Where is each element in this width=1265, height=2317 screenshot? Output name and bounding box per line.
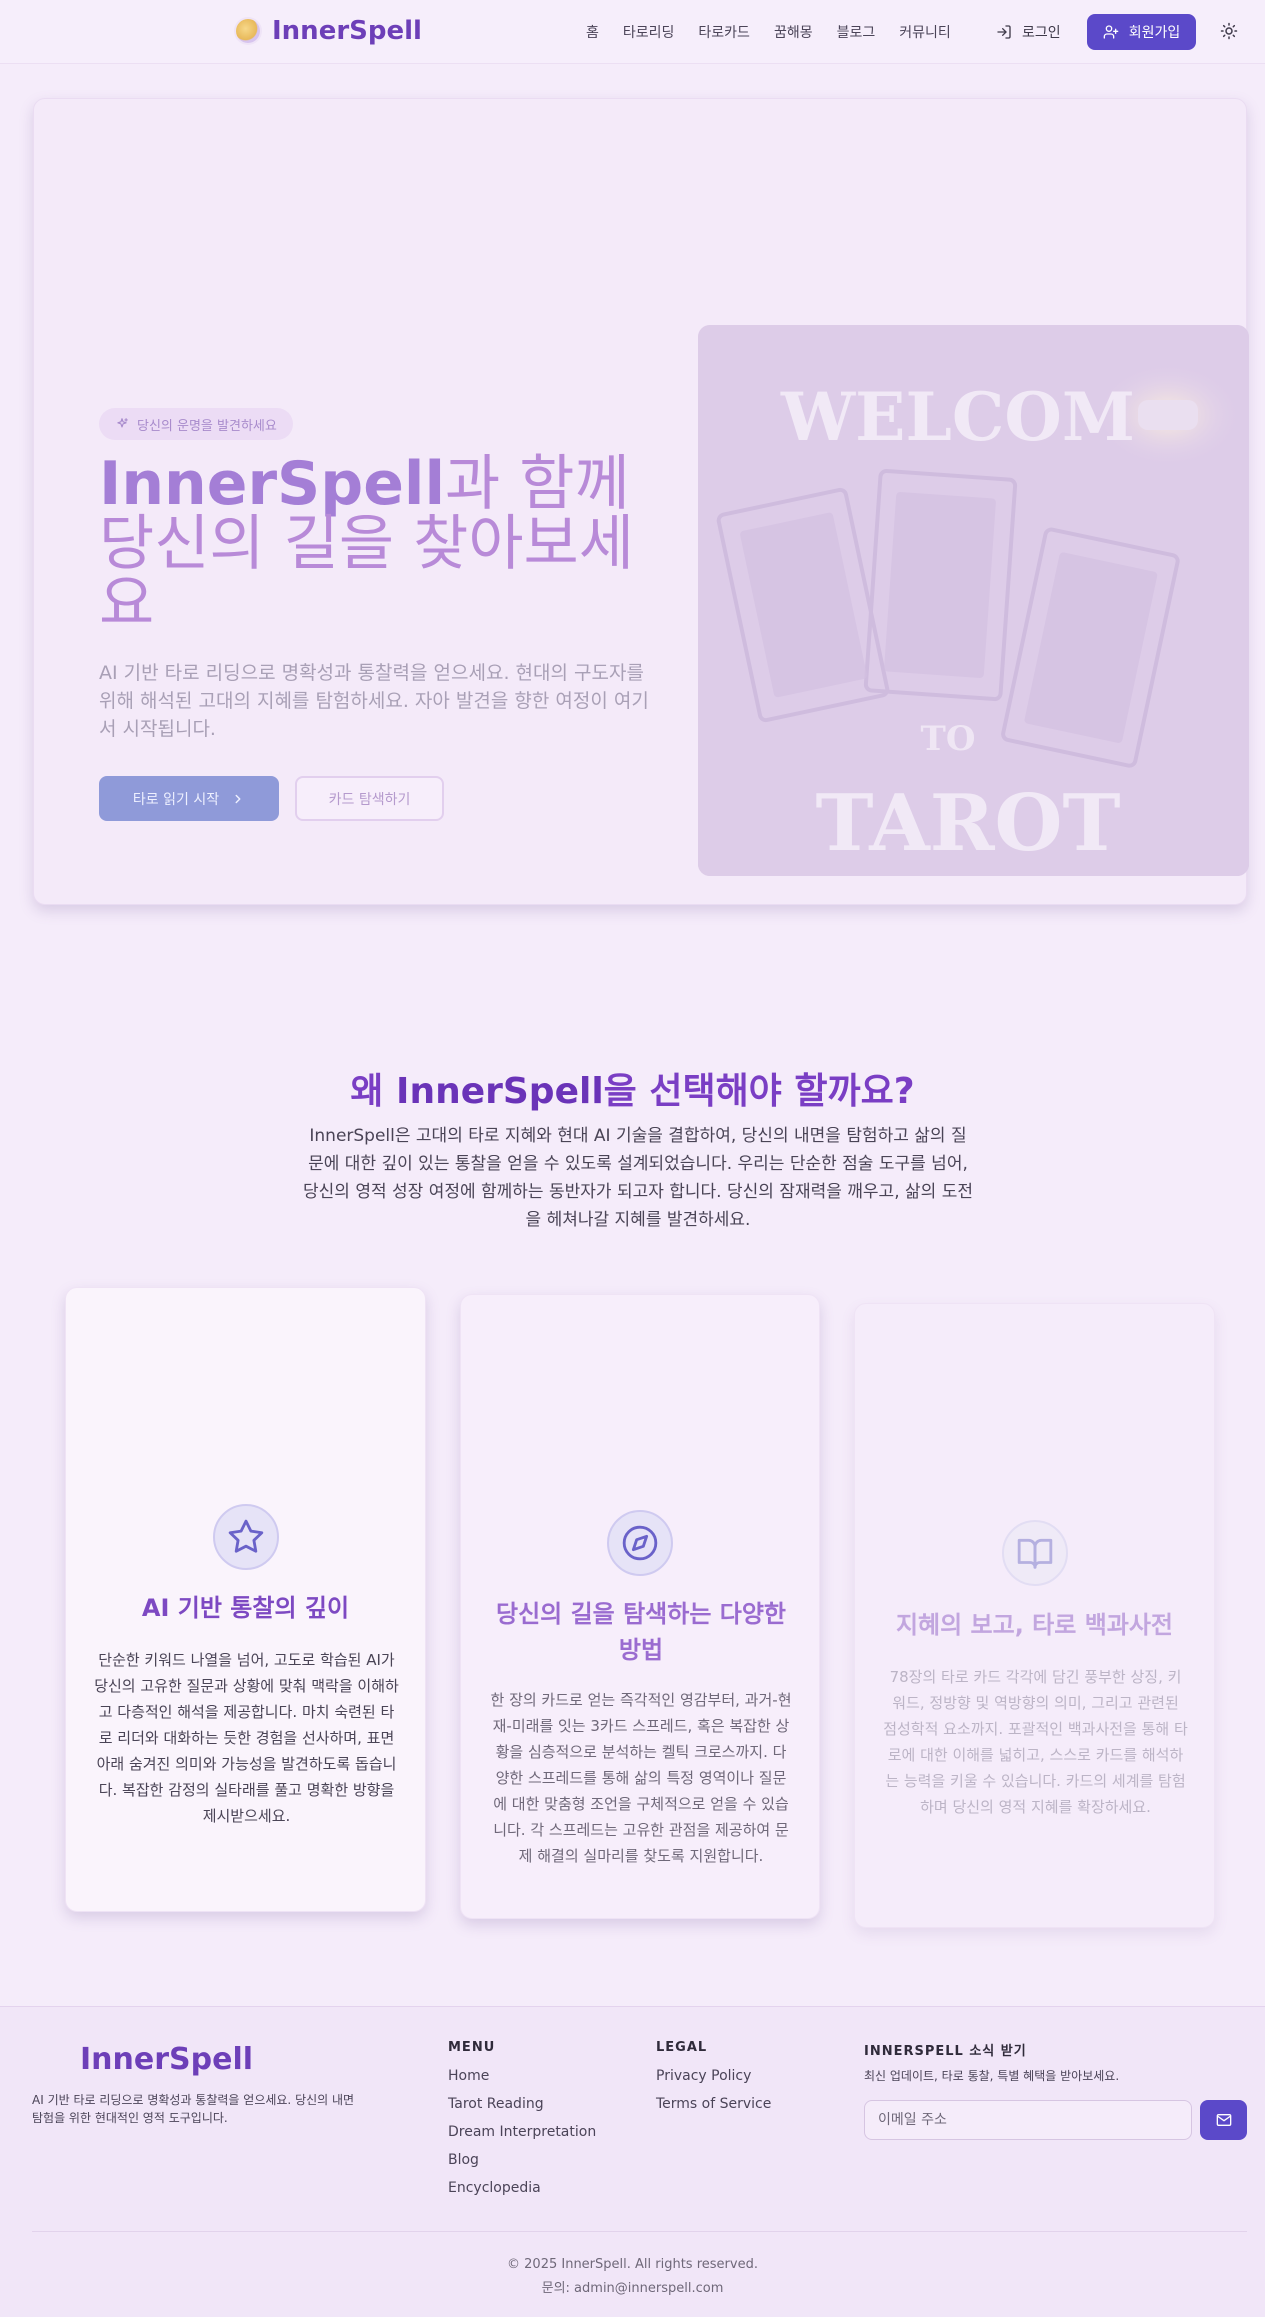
tarot-illustration: WELCOM TO TAROT xyxy=(698,325,1249,876)
sparkles-icon xyxy=(117,418,128,428)
image-text-to: TO xyxy=(921,719,976,759)
hero-section: 당신의 운명을 발견하세요 InnerSpell과 함께 당신의 길을 찾아보세… xyxy=(33,98,1249,905)
feature-title-ai: AI 기반 통찰의 깊이 xyxy=(141,1594,350,1622)
footer-link-terms[interactable]: Terms of Service xyxy=(656,2096,771,2112)
login-button[interactable]: 로그인 xyxy=(996,22,1061,42)
logo-link[interactable]: InnerSpell xyxy=(236,16,422,46)
footer-divider xyxy=(32,2231,1247,2232)
feature-card-encyclopedia: 지혜의 보고, 타로 백과사전 78장의 타로 카드 각각에 담긴 풍부한 상징… xyxy=(854,1303,1215,1928)
footer-link-home[interactable]: Home xyxy=(448,2068,489,2084)
newsletter-email-input[interactable]: 이메일 주소 xyxy=(864,2100,1192,2140)
newsletter-submit-button[interactable] xyxy=(1200,2100,1247,2140)
footer-link-encyclopedia[interactable]: Encyclopedia xyxy=(448,2180,541,2196)
footer-link-privacy[interactable]: Privacy Policy xyxy=(656,2068,751,2084)
footer-link-dream[interactable]: Dream Interpretation xyxy=(448,2124,596,2140)
logo-text: InnerSpell xyxy=(272,16,422,46)
hero-tarot-image: WELCOM TO TAROT xyxy=(698,325,1249,876)
footer-copyright: © 2025 InnerSpell. All rights reserved. xyxy=(507,2257,758,2272)
chevron-right-icon xyxy=(235,794,241,803)
feature-desc-spreads: 한 장의 카드로 얻는 즉각적인 영감부터, 과거-현재-미래를 잇는 3카드 … xyxy=(490,1691,792,1865)
footer-menu-title: MENU xyxy=(448,2040,496,2055)
feature-card-ai: AI 기반 통찰의 깊이 단순한 키워드 나열을 넘어, 고도로 학습된 AI가… xyxy=(65,1287,426,1912)
login-label: 로그인 xyxy=(1022,25,1061,41)
signup-button[interactable]: 회원가입 xyxy=(1087,14,1196,50)
user-plus-icon xyxy=(1103,25,1119,39)
hero-badge: 당신의 운명을 발견하세요 xyxy=(99,408,293,440)
feature-desc-encyclopedia: 78장의 타로 카드 각각에 담긴 풍부한 상징, 키워드, 정방향 및 역방향… xyxy=(883,1668,1188,1816)
why-description: InnerSpell은 고대의 타로 지혜와 현대 AI 기술을 결합하여, 당… xyxy=(303,1126,973,1230)
signup-label: 회원가입 xyxy=(1128,25,1181,41)
feature-desc-ai: 단순한 키워드 나열을 넘어, 고도로 학습된 AI가 당신의 고유한 질문과 … xyxy=(94,1651,399,1825)
footer-link-tarot-reading[interactable]: Tarot Reading xyxy=(448,2096,544,2112)
compass-icon-badge xyxy=(607,1510,673,1576)
sun-icon[interactable] xyxy=(1220,22,1238,40)
main-nav: 홈 타로리딩 타로카드 꿈해몽 블로그 커뮤니티 xyxy=(586,22,975,42)
nav-tarot-reading[interactable]: 타로리딩 xyxy=(623,22,675,42)
footer-legal-title: LEGAL xyxy=(656,2040,708,2055)
feature-title-spreads: 당신의 길을 탐색하는 다양한 방법 xyxy=(495,1600,787,1664)
nav-dream[interactable]: 꿈해몽 xyxy=(774,22,813,42)
image-text-welcome: WELCOM xyxy=(780,378,1135,456)
why-title-pre: 왜 xyxy=(350,1071,397,1112)
hero-description: AI 기반 타로 리딩으로 명확성과 통찰력을 얻으세요. 현대의 구도자를 위… xyxy=(99,662,649,740)
start-reading-label: 타로 읽기 시작 xyxy=(132,791,220,808)
hero-title: InnerSpell과 함께 당신의 길을 찾아보세요 xyxy=(99,454,659,634)
login-icon xyxy=(997,25,1011,39)
explore-cards-label: 카드 탐색하기 xyxy=(328,791,411,808)
footer-newsletter-desc: 최신 업데이트, 타로 통찰, 특별 혜택을 받아보세요. xyxy=(864,2069,1120,2083)
why-title: 왜 InnerSpell을 선택해야 할까요? xyxy=(0,1062,1265,1114)
book-icon-badge xyxy=(1002,1520,1068,1586)
footer-logo[interactable]: InnerSpell xyxy=(80,2042,253,2077)
feature-title-encyclopedia: 지혜의 보고, 타로 백과사전 xyxy=(895,1611,1174,1639)
book-open-icon xyxy=(1017,1538,1053,1569)
nav-community[interactable]: 커뮤니티 xyxy=(899,22,951,42)
compass-icon xyxy=(622,1525,658,1561)
footer-contact[interactable]: 문의: admin@innerspell.com xyxy=(0,2277,1265,2296)
nav-tarot-cards[interactable]: 타로카드 xyxy=(698,22,750,42)
nav-blog[interactable]: 블로그 xyxy=(837,22,876,42)
site-header: InnerSpell 홈 타로리딩 타로카드 꿈해몽 블로그 커뮤니티 로그인 … xyxy=(0,0,1265,64)
feature-card-spreads: 당신의 길을 탐색하는 다양한 방법 한 장의 카드로 얻는 즉각적인 영감부터… xyxy=(460,1294,820,1919)
why-title-post: 을 선택해야 할까요? xyxy=(603,1071,915,1112)
site-footer: InnerSpell AI 기반 타로 리딩으로 명확성과 통찰력을 얻으세요.… xyxy=(0,2006,1265,2317)
start-reading-button[interactable]: 타로 읽기 시작 xyxy=(99,776,279,821)
explore-cards-button[interactable]: 카드 탐색하기 xyxy=(295,776,444,821)
star-icon-badge xyxy=(213,1504,279,1570)
footer-tagline: AI 기반 타로 리딩으로 명확성과 통찰력을 얻으세요. 당신의 내면 탐험을… xyxy=(32,2093,355,2125)
footer-link-blog[interactable]: Blog xyxy=(448,2152,479,2168)
why-title-brand: InnerSpell xyxy=(396,1071,604,1112)
nav-home[interactable]: 홈 xyxy=(586,22,599,42)
mail-icon xyxy=(1216,2114,1231,2126)
hero-badge-text: 당신의 운명을 발견하세요 xyxy=(137,418,277,434)
image-text-tarot: TAROT xyxy=(815,778,1120,869)
star-icon xyxy=(228,1519,264,1553)
logo-icon xyxy=(236,19,260,43)
footer-newsletter-title: INNERSPELL 소식 받기 xyxy=(864,2044,1027,2059)
